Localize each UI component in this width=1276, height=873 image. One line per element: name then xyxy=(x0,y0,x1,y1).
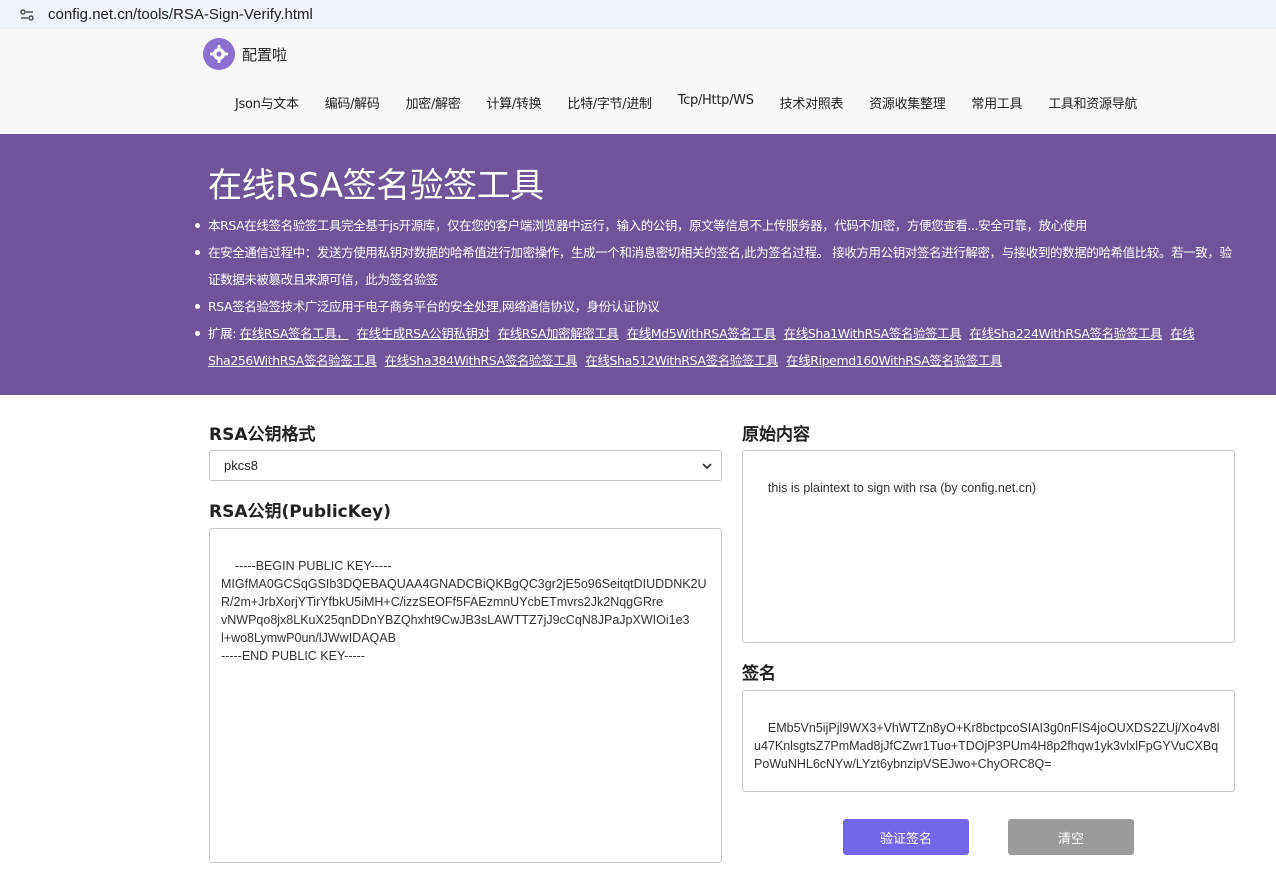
verify-form: RSA公钥格式 pkcs8 RSA公钥(PublicKey) -----BEGI… xyxy=(0,395,1276,873)
intro-bullet-process: 在安全通信过程中：发送方使用私钥对数据的哈希值进行加密操作，生成一个和消息密切相… xyxy=(195,239,1238,293)
nav-item-resources[interactable]: 资源收集整理 xyxy=(856,93,958,112)
intro-bullet-privacy: 本RSA在线签名验签工具完全基于js开源库，仅在您的客户端浏览器中运行，输入的公… xyxy=(195,212,1238,239)
main-nav: Json与文本 编码/解码 加密/解密 计算/转换 比特/字节/进制 Tcp/H… xyxy=(222,93,1150,112)
link-sha224withrsa[interactable]: 在线Sha224WithRSA签名验签工具 xyxy=(969,326,1162,341)
page-title: 在线RSA签名验签工具 xyxy=(208,166,544,206)
browser-address-bar[interactable]: config.net.cn/tools/RSA-Sign-Verify.html xyxy=(0,0,1276,29)
nav-item-tools-navigation[interactable]: 工具和资源导航 xyxy=(1035,93,1150,112)
link-rsa-encrypt-decrypt[interactable]: 在线RSA加密解密工具 xyxy=(498,326,619,341)
extend-label: 扩展: xyxy=(208,326,240,341)
pubkey-text: -----BEGIN PUBLIC KEY----- MIGfMA0GCSqGS… xyxy=(221,559,707,663)
nav-item-calculate-convert[interactable]: 计算/转换 xyxy=(473,93,554,112)
intro-banner: 在线RSA签名验签工具 本RSA在线签名验签工具完全基于js开源库，仅在您的客户… xyxy=(0,134,1276,395)
link-rsa-keypair[interactable]: 在线生成RSA公钥私钥对 xyxy=(357,326,491,341)
link-ripemd160withrsa[interactable]: 在线Ripemd160WithRSA签名验签工具 xyxy=(786,353,1002,368)
signature-label: 签名 xyxy=(742,664,776,684)
pubkey-textarea[interactable]: -----BEGIN PUBLIC KEY----- MIGfMA0GCSqGS… xyxy=(209,528,722,863)
format-select[interactable]: pkcs8 xyxy=(209,450,722,481)
clear-button[interactable]: 清空 xyxy=(1008,819,1134,855)
intro-bullet-usage: RSA签名验签技术广泛应用于电子商务平台的安全处理,网络通信协议，身份认证协议 xyxy=(195,293,1238,320)
resize-grip-icon[interactable] xyxy=(1224,632,1232,640)
plaintext-label: 原始内容 xyxy=(742,425,810,445)
verify-signature-button[interactable]: 验证签名 xyxy=(843,819,969,855)
link-sha512withrsa[interactable]: 在线Sha512WithRSA签名验签工具 xyxy=(585,353,778,368)
chevron-down-icon xyxy=(701,460,713,472)
site-settings-icon[interactable] xyxy=(18,6,36,24)
site-logo[interactable]: 配置啦 xyxy=(203,38,287,70)
nav-item-tcp-http-ws[interactable]: Tcp/Http/WS xyxy=(665,93,767,112)
logo-text: 配置啦 xyxy=(242,45,288,64)
nav-item-tech-reference[interactable]: 技术对照表 xyxy=(767,93,857,112)
resize-grip-icon[interactable] xyxy=(1224,781,1232,789)
plaintext-textarea[interactable]: this is plaintext to sign with rsa (by c… xyxy=(742,450,1235,643)
signature-text: EMb5Vn5ijPjl9WX3+VhWTZn8yO+Kr8bctpcoSIAI… xyxy=(754,721,1220,771)
nav-item-encode-decode[interactable]: 编码/解码 xyxy=(312,93,393,112)
link-rsa-sign[interactable]: 在线RSA签名工具， xyxy=(240,326,349,341)
signature-textarea[interactable]: EMb5Vn5ijPjl9WX3+VhWTZn8yO+Kr8bctpcoSIAI… xyxy=(742,690,1235,792)
intro-bullet-extend: 扩展: 在线RSA签名工具， 在线生成RSA公钥私钥对 在线RSA加密解密工具 在线M… xyxy=(195,320,1238,374)
url-text[interactable]: config.net.cn/tools/RSA-Sign-Verify.html xyxy=(48,6,313,23)
link-sha384withrsa[interactable]: 在线Sha384WithRSA签名验签工具 xyxy=(385,353,578,368)
intro-list: 本RSA在线签名验签工具完全基于js开源库，仅在您的客户端浏览器中运行，输入的公… xyxy=(195,212,1238,374)
link-sha1withrsa[interactable]: 在线Sha1WithRSA签名验签工具 xyxy=(784,326,962,341)
nav-item-common-tools[interactable]: 常用工具 xyxy=(958,93,1035,112)
plaintext-text: this is plaintext to sign with rsa (by c… xyxy=(767,481,1037,495)
resize-grip-icon[interactable] xyxy=(711,852,719,860)
nav-item-bit-byte-radix[interactable]: 比特/字节/进制 xyxy=(554,93,664,112)
gear-logo-icon xyxy=(203,38,235,70)
pubkey-label: RSA公钥(PublicKey) xyxy=(209,502,391,522)
nav-item-encrypt-decrypt[interactable]: 加密/解密 xyxy=(393,93,474,112)
format-selected-value: pkcs8 xyxy=(224,458,258,473)
nav-item-json[interactable]: Json与文本 xyxy=(222,93,312,112)
site-header: 配置啦 Json与文本 编码/解码 加密/解密 计算/转换 比特/字节/进制 T… xyxy=(0,29,1276,134)
link-md5withrsa[interactable]: 在线Md5WithRSA签名工具 xyxy=(627,326,776,341)
format-label: RSA公钥格式 xyxy=(209,425,316,445)
